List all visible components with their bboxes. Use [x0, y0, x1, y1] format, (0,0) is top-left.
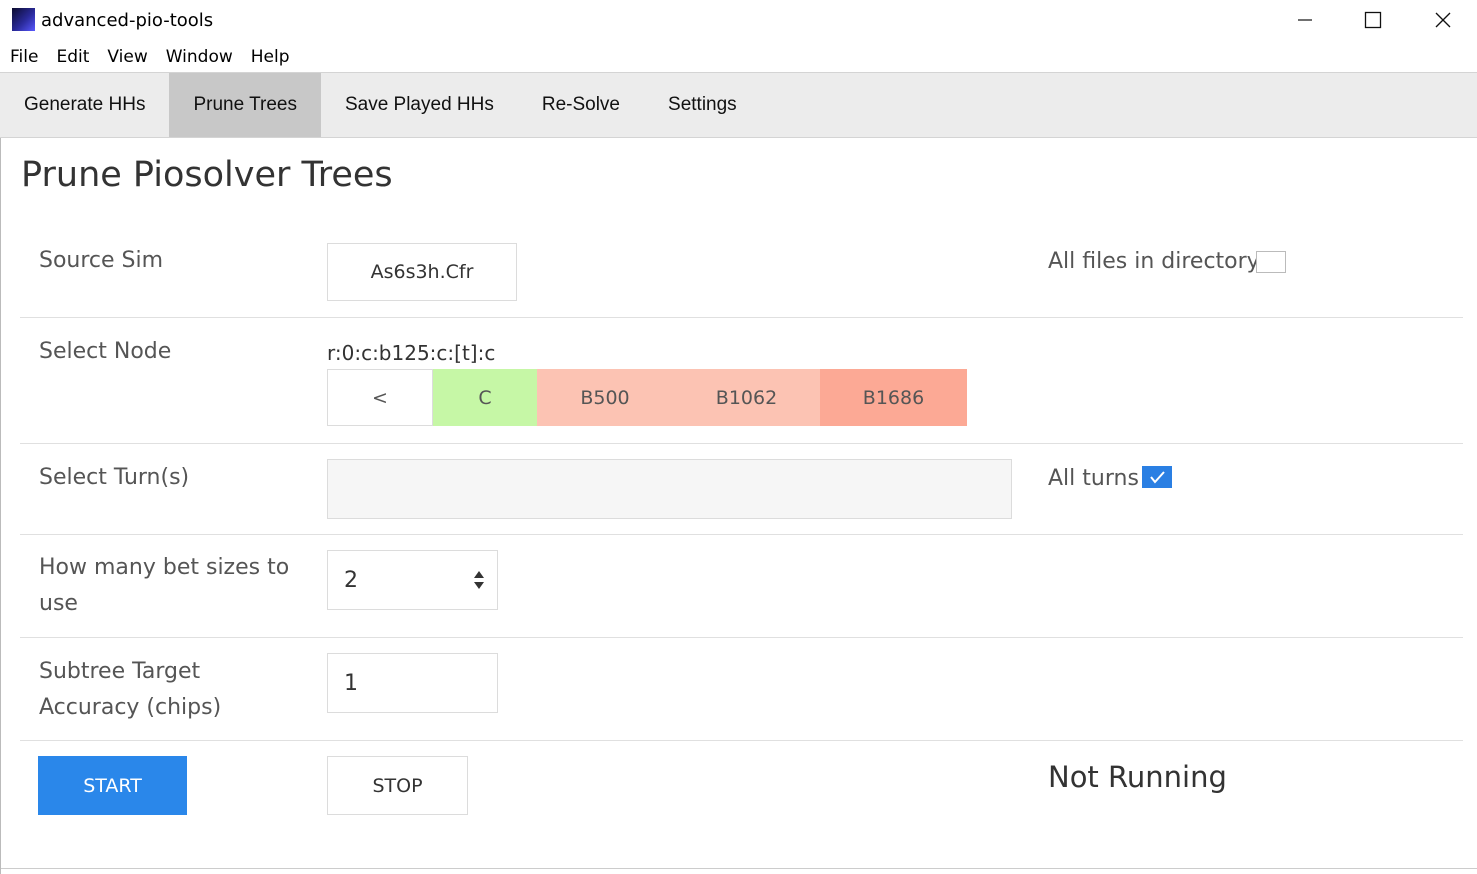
- tab-save-played-hhs[interactable]: Save Played HHs: [321, 73, 518, 137]
- tab-settings[interactable]: Settings: [644, 73, 761, 137]
- source-sim-file-button[interactable]: As6s3h.Cfr: [327, 243, 517, 301]
- accuracy-label-line2: Accuracy (chips): [39, 695, 222, 720]
- maximize-icon[interactable]: [1338, 0, 1408, 40]
- node-path: r:0:c:b125:c:[t]:c: [327, 341, 496, 365]
- select-turns-label: Select Turn(s): [39, 465, 190, 490]
- bet-sizes-label-line1: How many bet sizes to: [39, 555, 290, 580]
- start-button[interactable]: START: [38, 756, 187, 815]
- select-turns-row: Select Turn(s) All turns: [20, 443, 1463, 535]
- all-files-checkbox[interactable]: [1256, 251, 1286, 273]
- node-b500-button[interactable]: B500: [537, 369, 673, 426]
- title-bar: advanced-pio-tools: [0, 0, 1477, 40]
- source-sim-file-name: As6s3h.Cfr: [370, 261, 474, 283]
- stop-button-label: STOP: [372, 774, 423, 797]
- node-back-button[interactable]: <: [327, 369, 433, 426]
- accuracy-label-line1: Subtree Target: [39, 659, 201, 684]
- bottom-divider: [1, 868, 1477, 869]
- select-node-label: Select Node: [39, 339, 172, 364]
- spinner-arrows-icon[interactable]: [474, 571, 484, 589]
- window-title: advanced-pio-tools: [41, 10, 214, 31]
- bet-sizes-value: 2: [344, 568, 358, 593]
- source-sim-label: Source Sim: [39, 248, 164, 273]
- bet-sizes-stepper[interactable]: 2: [327, 550, 498, 610]
- tab-bar: Generate HHs Prune Trees Save Played HHs…: [0, 72, 1477, 138]
- main-content: Prune Piosolver Trees Source Sim As6s3h.…: [0, 138, 1477, 874]
- turns-select-box[interactable]: [327, 459, 1012, 519]
- menu-edit[interactable]: Edit: [47, 42, 98, 72]
- page-title: Prune Piosolver Trees: [21, 155, 393, 195]
- node-check-button[interactable]: C: [433, 369, 537, 426]
- select-node-row: Select Node r:0:c:b125:c:[t]:c < C B500 …: [20, 317, 1463, 444]
- node-b1062-button[interactable]: B1062: [673, 369, 820, 426]
- stop-button[interactable]: STOP: [327, 756, 468, 815]
- menu-file[interactable]: File: [0, 42, 47, 72]
- menu-help[interactable]: Help: [242, 42, 299, 72]
- tab-generate-hhs[interactable]: Generate HHs: [0, 73, 169, 137]
- minimize-icon[interactable]: [1270, 0, 1340, 40]
- close-icon[interactable]: [1408, 0, 1477, 40]
- all-files-label: All files in directory: [1048, 249, 1260, 274]
- accuracy-value: 1: [344, 671, 358, 696]
- accuracy-row: Subtree Target Accuracy (chips) 1: [20, 637, 1463, 741]
- checkmark-icon: [1150, 471, 1165, 484]
- menu-view[interactable]: View: [98, 42, 156, 72]
- menu-window[interactable]: Window: [157, 42, 242, 72]
- all-turns-checkbox[interactable]: [1142, 466, 1172, 488]
- node-b1686-button[interactable]: B1686: [820, 369, 967, 426]
- bet-sizes-label-line2: use: [39, 591, 78, 616]
- accuracy-input[interactable]: 1: [327, 653, 498, 713]
- tab-prune-trees[interactable]: Prune Trees: [169, 73, 321, 137]
- bet-sizes-row: How many bet sizes to use 2: [20, 534, 1463, 638]
- tab-re-solve[interactable]: Re-Solve: [518, 73, 644, 137]
- menu-bar: File Edit View Window Help: [0, 42, 299, 72]
- app-icon: [12, 8, 35, 31]
- node-button-group: < C B500 B1062 B1686: [327, 369, 967, 426]
- all-turns-label: All turns: [1048, 466, 1139, 491]
- status-text: Not Running: [1048, 760, 1227, 794]
- source-sim-row: Source Sim As6s3h.Cfr All files in direc…: [20, 226, 1463, 318]
